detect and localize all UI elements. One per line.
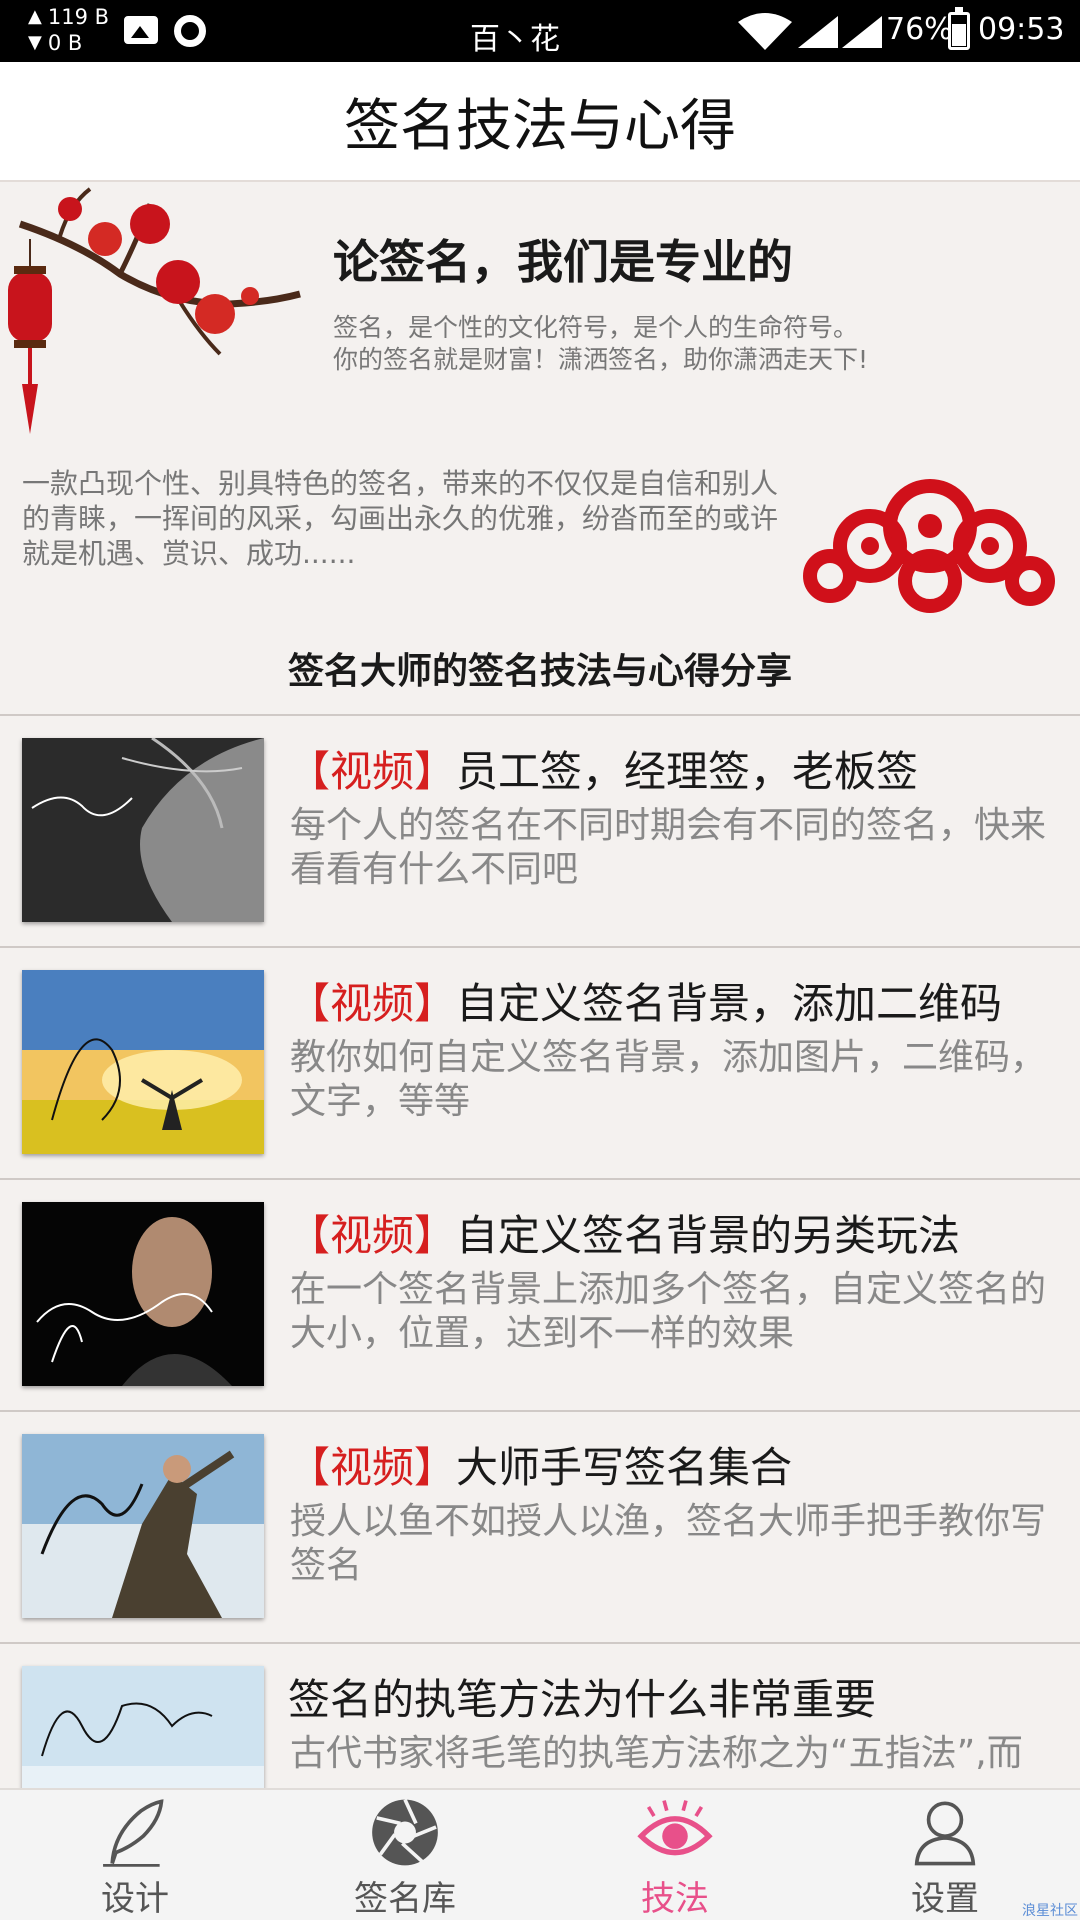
section-heading: 签名大师的签名技法与心得分享 xyxy=(287,651,792,692)
page-title: 签名技法与心得 xyxy=(344,93,736,159)
article-title-text: 签名的执笔方法为什么非常重要 xyxy=(288,1675,877,1724)
network-speed: ▲ 119 B ▼ 0 B xyxy=(28,4,109,56)
list-item[interactable]: 【视频】自定义签名背景的另类玩法 在一个签名背景上添加多个签名，自定义签名的大小… xyxy=(0,1180,1080,1412)
article-title-text: 自定义签名背景的另类玩法 xyxy=(456,1211,961,1260)
nav-tab-signature-library[interactable]: 签名库 xyxy=(270,1790,540,1920)
article-thumbnail xyxy=(22,1202,264,1386)
banner-subtitle: 签名，是个性的文化符号，是个人的生命符号。 你的签名就是财富！潇洒签名，助你潇洒… xyxy=(333,312,868,376)
quill-pen-icon xyxy=(103,1799,164,1867)
upload-arrow-icon: ▲ xyxy=(28,6,42,27)
article-title: 【视频】员工签，经理签，老板签 xyxy=(288,738,918,799)
intro-banner: 论签名，我们是专业的 签名，是个性的文化符号，是个人的生命符号。 你的签名就是财… xyxy=(0,184,1080,714)
nav-label-design: 设计 xyxy=(101,1879,169,1919)
watermark: 浪星社区 xyxy=(1022,1903,1078,1919)
carrier-name: 百丶花 xyxy=(470,22,560,57)
video-tag: 【视频】 xyxy=(288,1443,457,1492)
net-down: 0 B xyxy=(47,31,83,55)
wifi-icon xyxy=(738,13,792,50)
battery-icon xyxy=(948,7,970,50)
article-title: 【视频】自定义签名背景，添加二维码 xyxy=(288,970,1002,1031)
net-up: 119 B xyxy=(47,5,110,29)
circle-icon xyxy=(174,15,206,47)
auspicious-cloud-illustration xyxy=(803,479,1055,613)
download-arrow-icon: ▼ xyxy=(28,32,42,53)
article-list: 【视频】员工签，经理签，老板签 每个人的签名在不同时期会有不同的签名，快来看看有… xyxy=(0,714,1080,1788)
nav-label-signature-library: 签名库 xyxy=(354,1879,456,1919)
banner-title: 论签名，我们是专业的 xyxy=(333,235,793,289)
aperture-icon xyxy=(372,1798,438,1866)
user-icon xyxy=(914,1801,976,1866)
eye-icon xyxy=(637,1800,713,1856)
nav-tab-techniques[interactable]: 技法 xyxy=(540,1790,810,1920)
image-icon xyxy=(124,16,158,44)
page-header: 签名技法与心得 xyxy=(0,62,1080,182)
clock: 09:53 xyxy=(978,12,1065,47)
status-bar: ▲ 119 B ▼ 0 B 百丶花 76% 09:53 xyxy=(0,0,1080,62)
nav-tab-design[interactable]: 设计 xyxy=(0,1790,270,1920)
list-item[interactable]: 【视频】大师手写签名集合 授人以鱼不如授人以渔，签名大师手把手教你写签名 xyxy=(0,1412,1080,1644)
article-title-text: 自定义签名背景，添加二维码 xyxy=(456,979,1003,1028)
article-description: 授人以鱼不如授人以渔，签名大师手把手教你写签名 xyxy=(290,1501,1047,1586)
signal-icon xyxy=(798,16,838,48)
signal-icon-2 xyxy=(842,16,882,48)
video-tag: 【视频】 xyxy=(288,979,457,1028)
article-description: 古代书家将毛笔的执笔方法称之为“五指法”,而 xyxy=(290,1733,1023,1774)
video-tag: 【视频】 xyxy=(288,747,457,796)
nav-label-techniques: 技法 xyxy=(641,1879,709,1919)
nav-label-settings: 设置 xyxy=(911,1879,979,1919)
video-tag: 【视频】 xyxy=(288,1211,457,1260)
article-title: 【视频】大师手写签名集合 xyxy=(288,1434,792,1495)
article-thumbnail xyxy=(22,970,264,1154)
banner-body-text: 一款凸现个性、别具特色的签名，带来的不仅仅是自信和别人的青睐，一挥间的风采，勾画… xyxy=(22,467,779,570)
bottom-navigation: 设计 签名库 技法 设置 xyxy=(0,1788,1080,1920)
article-title-text: 员工签，经理签，老板签 xyxy=(456,747,919,796)
plum-blossom-lantern-illustration xyxy=(8,187,301,434)
article-thumbnail xyxy=(22,738,264,922)
list-item[interactable]: 【视频】自定义签名背景，添加二维码 教你如何自定义签名背景，添加图片，二维码，文… xyxy=(0,948,1080,1180)
article-description: 在一个签名背景上添加多个签名，自定义签名的大小，位置，达到不一样的效果 xyxy=(290,1269,1047,1354)
battery-percent: 76% xyxy=(886,12,953,47)
article-title: 签名的执笔方法为什么非常重要 xyxy=(288,1666,876,1727)
list-item[interactable]: 签名的执笔方法为什么非常重要 古代书家将毛笔的执笔方法称之为“五指法”,而 xyxy=(0,1644,1080,1788)
article-description: 教你如何自定义签名背景，添加图片，二维码，文字，等等 xyxy=(290,1037,1047,1122)
banner-subtitle-line1: 签名，是个性的文化符号，是个人的生命符号。 xyxy=(333,313,859,342)
list-item[interactable]: 【视频】员工签，经理签，老板签 每个人的签名在不同时期会有不同的签名，快来看看有… xyxy=(0,716,1080,948)
article-thumbnail xyxy=(22,1666,264,1788)
article-thumbnail xyxy=(22,1434,264,1618)
article-title-text: 大师手写签名集合 xyxy=(456,1443,793,1492)
article-title: 【视频】自定义签名背景的另类玩法 xyxy=(288,1202,960,1263)
article-description: 每个人的签名在不同时期会有不同的签名，快来看看有什么不同吧 xyxy=(290,805,1047,890)
banner-subtitle-line2: 你的签名就是财富！潇洒签名，助你潇洒走天下! xyxy=(333,345,869,374)
